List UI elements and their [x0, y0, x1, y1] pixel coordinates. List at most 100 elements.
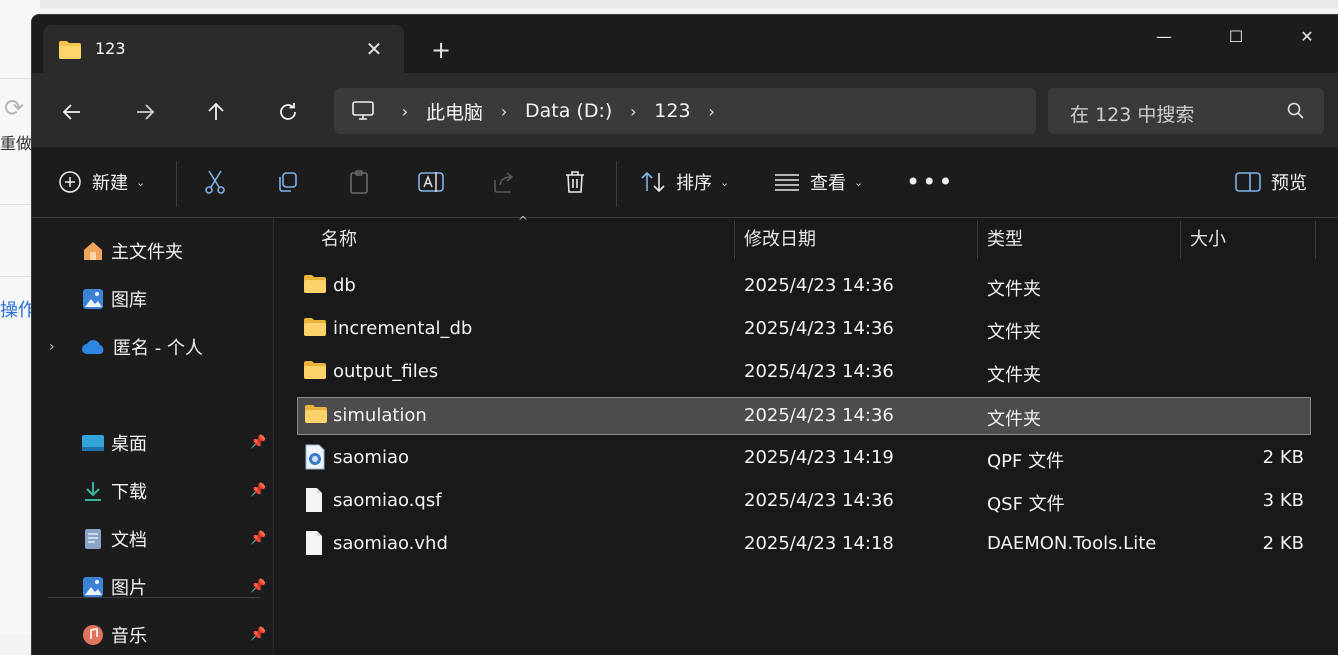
- sidebar-item-desktop[interactable]: 桌面: [81, 425, 147, 461]
- more-options-icon[interactable]: •••: [906, 166, 954, 198]
- column-header-date[interactable]: 修改日期: [744, 218, 816, 260]
- file-date: 2025/4/23 14:19: [744, 447, 894, 468]
- file-type: QPF 文件: [987, 451, 1065, 472]
- pin-icon[interactable]: 📌: [250, 483, 266, 498]
- view-button[interactable]: 查看 ⌄: [774, 166, 863, 198]
- chevron-right-icon[interactable]: ›: [390, 102, 420, 121]
- new-button[interactable]: 新建 ⌄: [58, 166, 145, 198]
- column-header-size[interactable]: 大小: [1190, 218, 1226, 260]
- sort-button[interactable]: 排序 ⌄: [640, 166, 729, 198]
- breadcrumb-folder[interactable]: 123: [648, 100, 696, 122]
- copy-icon: [279, 172, 297, 192]
- file-name: saomiao.qsf: [333, 490, 442, 511]
- home-icon: [84, 242, 102, 260]
- sort-label: 排序: [676, 173, 712, 194]
- sidebar-item-downloads[interactable]: 下载: [81, 473, 147, 509]
- quartus-project-icon: [303, 444, 327, 474]
- sidebar-item-label: 主文件夹: [111, 242, 183, 263]
- file-row-saomiao[interactable]: saomiao 2025/4/23 14:19 QPF 文件 2 KB: [297, 440, 1309, 476]
- paste-button[interactable]: [347, 166, 371, 198]
- rename-button[interactable]: [418, 166, 446, 198]
- column-separator[interactable]: [734, 221, 735, 259]
- sidebar-item-home[interactable]: 主文件夹: [81, 233, 183, 269]
- sidebar-item-music[interactable]: 音乐: [81, 617, 147, 653]
- file-row-saomiao-qsf[interactable]: saomiao.qsf 2025/4/23 14:36 QSF 文件 3 KB: [297, 483, 1309, 519]
- folder-icon: [58, 40, 82, 64]
- cut-button[interactable]: [203, 166, 227, 198]
- column-header-type[interactable]: 类型: [987, 218, 1023, 260]
- file-explorer-window: 123 ✕ + — ☐ ✕ › 此电脑 › Data (D:) › 123 › …: [31, 14, 1338, 655]
- onedrive-icon: [82, 340, 104, 354]
- sidebar-item-onedrive[interactable]: 匿名 - 个人: [81, 329, 203, 365]
- refresh-icon: [280, 103, 296, 120]
- chevron-right-icon[interactable]: ›: [618, 102, 648, 121]
- search-placeholder: 在 123 中搜索: [1070, 104, 1195, 126]
- share-icon: [494, 172, 514, 193]
- chevron-right-icon[interactable]: ›: [489, 102, 519, 121]
- address-bar[interactable]: › 此电脑 › Data (D:) › 123 ›: [334, 88, 1036, 134]
- command-bar: 新建 ⌄ 排序 ⌄ 查看 ⌄ ••• 预览: [32, 147, 1338, 218]
- share-button[interactable]: [492, 166, 518, 198]
- sidebar-item-label: 音乐: [111, 626, 147, 647]
- column-separator[interactable]: [1180, 221, 1181, 259]
- preview-label: 预览: [1271, 173, 1307, 194]
- column-separator[interactable]: [1315, 221, 1316, 259]
- trash-icon: [566, 171, 584, 193]
- chevron-right-icon[interactable]: ›: [697, 102, 727, 121]
- file-type: DAEMON.Tools.Lite: [987, 533, 1157, 554]
- file-row-db[interactable]: db 2025/4/23 14:36 文件夹: [297, 268, 1309, 304]
- pin-icon[interactable]: 📌: [250, 579, 266, 594]
- arrow-left-icon: [62, 104, 80, 120]
- file-date: 2025/4/23 14:36: [744, 490, 894, 511]
- forward-button[interactable]: [127, 94, 163, 130]
- navigation-pane: 主文件夹 图库 › 匿名 - 个人 桌面 📌 下载 📌 文档 📌 图片 📌 音乐…: [32, 218, 273, 655]
- sidebar-item-gallery[interactable]: 图库: [81, 281, 147, 317]
- pictures-icon: [83, 577, 103, 597]
- close-window-button[interactable]: ✕: [1284, 21, 1330, 53]
- chevron-down-icon: ⌄: [136, 175, 146, 189]
- search-box[interactable]: 在 123 中搜索: [1048, 88, 1324, 134]
- new-tab-button[interactable]: +: [426, 35, 456, 65]
- close-tab-icon[interactable]: ✕: [359, 34, 389, 64]
- folder-icon: [304, 404, 328, 428]
- file-row-saomiao-vhd[interactable]: saomiao.vhd 2025/4/23 14:18 DAEMON.Tools…: [297, 526, 1309, 562]
- delete-button[interactable]: [563, 166, 587, 198]
- file-size: 2 KB: [1262, 533, 1304, 554]
- breadcrumb-this-pc[interactable]: 此电脑: [420, 98, 489, 125]
- background-redo-label: 重做: [0, 134, 33, 153]
- breadcrumb-drive[interactable]: Data (D:): [519, 100, 618, 122]
- folder-icon: [303, 360, 327, 384]
- file-row-output-files[interactable]: output_files 2025/4/23 14:36 文件夹: [297, 354, 1309, 390]
- sidebar-item-documents[interactable]: 文档: [81, 521, 147, 557]
- pin-icon[interactable]: 📌: [250, 531, 266, 546]
- preview-button[interactable]: 预览: [1235, 166, 1307, 198]
- arrow-right-icon: [137, 104, 155, 120]
- navigation-bar: › 此电脑 › Data (D:) › 123 › 在 123 中搜索: [32, 73, 1338, 147]
- sidebar-item-pictures[interactable]: 图片: [81, 569, 147, 605]
- copy-button[interactable]: [275, 166, 299, 198]
- column-separator[interactable]: [977, 221, 978, 259]
- refresh-button[interactable]: [270, 94, 306, 130]
- file-type: 文件夹: [987, 409, 1041, 430]
- file-size: 2 KB: [1262, 447, 1304, 468]
- back-button[interactable]: [54, 94, 90, 130]
- tab-current-folder[interactable]: 123 ✕: [43, 25, 404, 74]
- chevron-right-icon[interactable]: ›: [49, 339, 55, 355]
- add-circle-icon: [59, 171, 81, 193]
- column-header-name[interactable]: 名称: [321, 218, 357, 260]
- file-date: 2025/4/23 14:18: [744, 533, 894, 554]
- sidebar-item-label: 图片: [111, 578, 147, 599]
- maximize-button[interactable]: ☐: [1213, 21, 1259, 53]
- file-type: 文件夹: [987, 279, 1041, 300]
- scissors-icon: [205, 170, 225, 194]
- file-row-simulation[interactable]: simulation 2025/4/23 14:36 文件夹: [297, 397, 1311, 435]
- minimize-button[interactable]: —: [1141, 21, 1187, 53]
- sort-icon: [641, 171, 665, 193]
- background-divider: [0, 78, 34, 79]
- file-row-incremental-db[interactable]: incremental_db 2025/4/23 14:36 文件夹: [297, 311, 1309, 347]
- pin-icon[interactable]: 📌: [250, 435, 266, 450]
- preview-pane-icon: [1235, 172, 1261, 192]
- file-icon: [303, 487, 325, 517]
- documents-icon: [85, 529, 101, 549]
- up-button[interactable]: [198, 94, 234, 130]
